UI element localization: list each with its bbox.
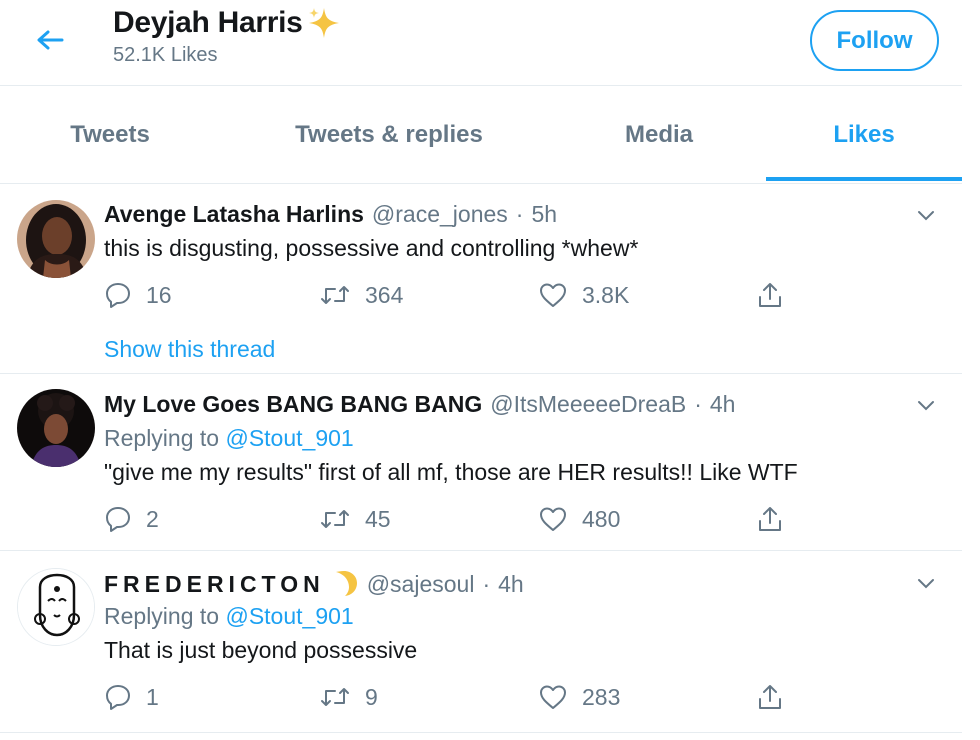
tweet-time[interactable]: 4h [498, 571, 524, 598]
mention-link[interactable]: @Stout_901 [225, 603, 353, 629]
profile-tabs: Tweets Tweets & replies Media Likes [0, 87, 962, 184]
reply-button[interactable]: 16 [104, 278, 172, 312]
replying-to: Replying to @Stout_901 [104, 603, 354, 630]
tweet-header: FREDERICTON @sajesoul · 4h [104, 569, 524, 599]
like-button[interactable]: 3.8K [538, 278, 629, 312]
author-handle[interactable]: @sajesoul [367, 571, 475, 598]
tweet-item[interactable]: Avenge Latasha Harlins @race_jones · 5h … [0, 184, 962, 374]
replying-to-prefix: Replying to [104, 603, 226, 629]
like-button[interactable]: 283 [538, 680, 620, 714]
like-count: 283 [582, 683, 621, 710]
separator-dot: · [482, 570, 491, 597]
tab-tweets[interactable]: Tweets [10, 87, 210, 183]
reply-button[interactable]: 2 [104, 502, 159, 536]
share-icon [759, 507, 781, 531]
tweet-actions: 1 9 283 [104, 680, 804, 714]
tab-media[interactable]: Media [570, 87, 748, 183]
retweet-count: 45 [365, 505, 391, 532]
reply-count: 16 [146, 281, 172, 308]
profile-header: Deyjah Harris 52.1K Likes Follow [0, 0, 962, 86]
tweet-header: My Love Goes BANG BANG BANG @ItsMeeeeeDr… [104, 391, 735, 418]
back-button[interactable] [30, 24, 70, 56]
author-handle[interactable]: @race_jones [372, 201, 508, 228]
retweet-count: 9 [365, 683, 378, 710]
follow-button[interactable]: Follow [810, 10, 939, 71]
retweet-count: 364 [365, 281, 404, 308]
replying-to: Replying to @Stout_901 [104, 425, 354, 452]
separator-dot: · [694, 391, 702, 417]
tweet-header: Avenge Latasha Harlins @race_jones · 5h [104, 201, 557, 228]
retweet-button[interactable]: 364 [319, 278, 403, 312]
retweet-icon [321, 286, 349, 304]
share-icon [759, 283, 781, 307]
active-tab-indicator [766, 177, 962, 181]
retweet-icon [321, 510, 349, 528]
retweet-button[interactable]: 9 [319, 680, 378, 714]
share-button[interactable] [756, 502, 784, 536]
tab-likes[interactable]: Likes [766, 87, 962, 183]
avatar[interactable] [17, 200, 95, 278]
reply-icon [106, 507, 130, 532]
tweet-actions: 2 45 480 [104, 502, 804, 536]
back-arrow-icon [37, 30, 64, 50]
share-button[interactable] [756, 680, 784, 714]
retweet-icon [321, 688, 349, 706]
reply-count: 1 [146, 683, 159, 710]
tweet-text: this is disgusting, possessive and contr… [104, 235, 639, 261]
show-thread-link[interactable]: Show this thread [104, 336, 275, 363]
like-button[interactable]: 480 [538, 502, 620, 536]
retweet-button[interactable]: 45 [319, 502, 391, 536]
profile-title-block: Deyjah Harris 52.1K Likes [113, 6, 341, 67]
avatar[interactable] [17, 568, 95, 646]
share-icon [759, 685, 781, 709]
tweet-time[interactable]: 5h [531, 201, 557, 228]
tweet-text: "give me my results" first of all mf, th… [104, 459, 798, 485]
avatar[interactable] [17, 389, 95, 467]
tweet-menu-button[interactable] [914, 204, 938, 228]
sparkles-icon [307, 6, 341, 40]
replying-to-prefix: Replying to [104, 425, 226, 451]
tweet-menu-button[interactable] [914, 394, 938, 418]
chevron-down-icon [918, 211, 934, 221]
crescent-moon-icon [329, 569, 359, 599]
tweet-actions: 16 364 3.8K [104, 278, 804, 312]
tweet-menu-button[interactable] [914, 572, 938, 596]
separator-dot: · [515, 201, 524, 227]
tweet-text: That is just beyond possessive [104, 637, 418, 663]
reply-count: 2 [146, 505, 159, 532]
likes-count: 52.1K Likes [113, 44, 218, 66]
profile-name: Deyjah Harris [113, 6, 303, 39]
share-button[interactable] [756, 278, 784, 312]
chevron-down-icon [918, 579, 934, 589]
like-count: 3.8K [582, 281, 630, 308]
author-name[interactable]: FREDERICTON [104, 571, 325, 598]
tab-tweets-and-replies[interactable]: Tweets & replies [260, 87, 518, 183]
tweet-time[interactable]: 4h [710, 391, 736, 418]
reply-button[interactable]: 1 [104, 680, 159, 714]
chevron-down-icon [918, 401, 934, 411]
reply-icon [106, 685, 130, 710]
author-handle[interactable]: @ItsMeeeeeDreaB [490, 391, 686, 418]
tweet-item[interactable]: My Love Goes BANG BANG BANG @ItsMeeeeeDr… [0, 374, 962, 551]
author-name[interactable]: Avenge Latasha Harlins [104, 201, 364, 228]
heart-icon [540, 685, 566, 709]
like-count: 480 [582, 505, 621, 532]
author-name[interactable]: My Love Goes BANG BANG BANG [104, 391, 482, 418]
mention-link[interactable]: @Stout_901 [225, 425, 353, 451]
tweet-item[interactable]: FREDERICTON @sajesoul · 4h Replying to @… [0, 551, 962, 733]
reply-icon [106, 283, 130, 308]
heart-icon [540, 283, 566, 307]
heart-icon [540, 507, 566, 531]
